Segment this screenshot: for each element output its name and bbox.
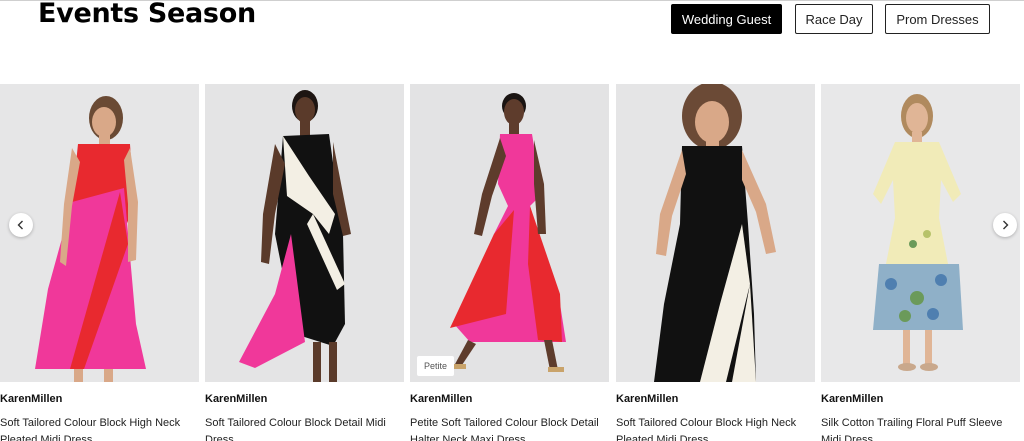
product-brand[interactable]: KarenMillen xyxy=(616,392,815,406)
product-image[interactable]: Petite xyxy=(410,84,609,382)
product-name[interactable]: Soft Tailored Colour Block High Neck Ple… xyxy=(616,415,815,441)
product-name[interactable]: Soft Tailored Colour Block Detail Midi D… xyxy=(205,415,404,441)
product-name[interactable]: Soft Tailored Colour Block High Neck Ple… xyxy=(0,415,199,441)
product-brand[interactable]: KarenMillen xyxy=(821,392,1020,406)
product-card[interactable]: KarenMillen Soft Tailored Colour Block D… xyxy=(205,84,404,441)
product-brand[interactable]: KarenMillen xyxy=(0,392,199,406)
carousel-prev-button[interactable] xyxy=(9,213,33,237)
product-card[interactable]: KarenMillen Soft Tailored Colour Block H… xyxy=(0,84,199,441)
product-image[interactable] xyxy=(616,84,815,382)
filter-wedding-guest-button[interactable]: Wedding Guest xyxy=(671,4,782,34)
product-card[interactable]: KarenMillen Soft Tailored Colour Block H… xyxy=(616,84,815,441)
product-brand[interactable]: KarenMillen xyxy=(410,392,609,406)
product-brand[interactable]: KarenMillen xyxy=(205,392,404,406)
chevron-left-icon xyxy=(17,220,23,230)
product-image[interactable] xyxy=(821,84,1020,382)
page-title: Events Season xyxy=(38,0,256,29)
petite-badge: Petite xyxy=(417,356,455,376)
product-card[interactable]: Petite KarenMillen Petite Soft Tailored … xyxy=(410,84,609,441)
product-image[interactable] xyxy=(205,84,404,382)
product-name[interactable]: Silk Cotton Trailing Floral Puff Sleeve … xyxy=(821,415,1020,441)
chevron-right-icon xyxy=(1003,220,1009,230)
carousel-next-button[interactable] xyxy=(993,213,1017,237)
product-name[interactable]: Petite Soft Tailored Colour Block Detail… xyxy=(410,415,609,441)
filter-race-day-button[interactable]: Race Day xyxy=(795,4,873,34)
filter-prom-dresses-button[interactable]: Prom Dresses xyxy=(885,4,990,34)
product-card[interactable]: KarenMillen Silk Cotton Trailing Floral … xyxy=(821,84,1020,441)
